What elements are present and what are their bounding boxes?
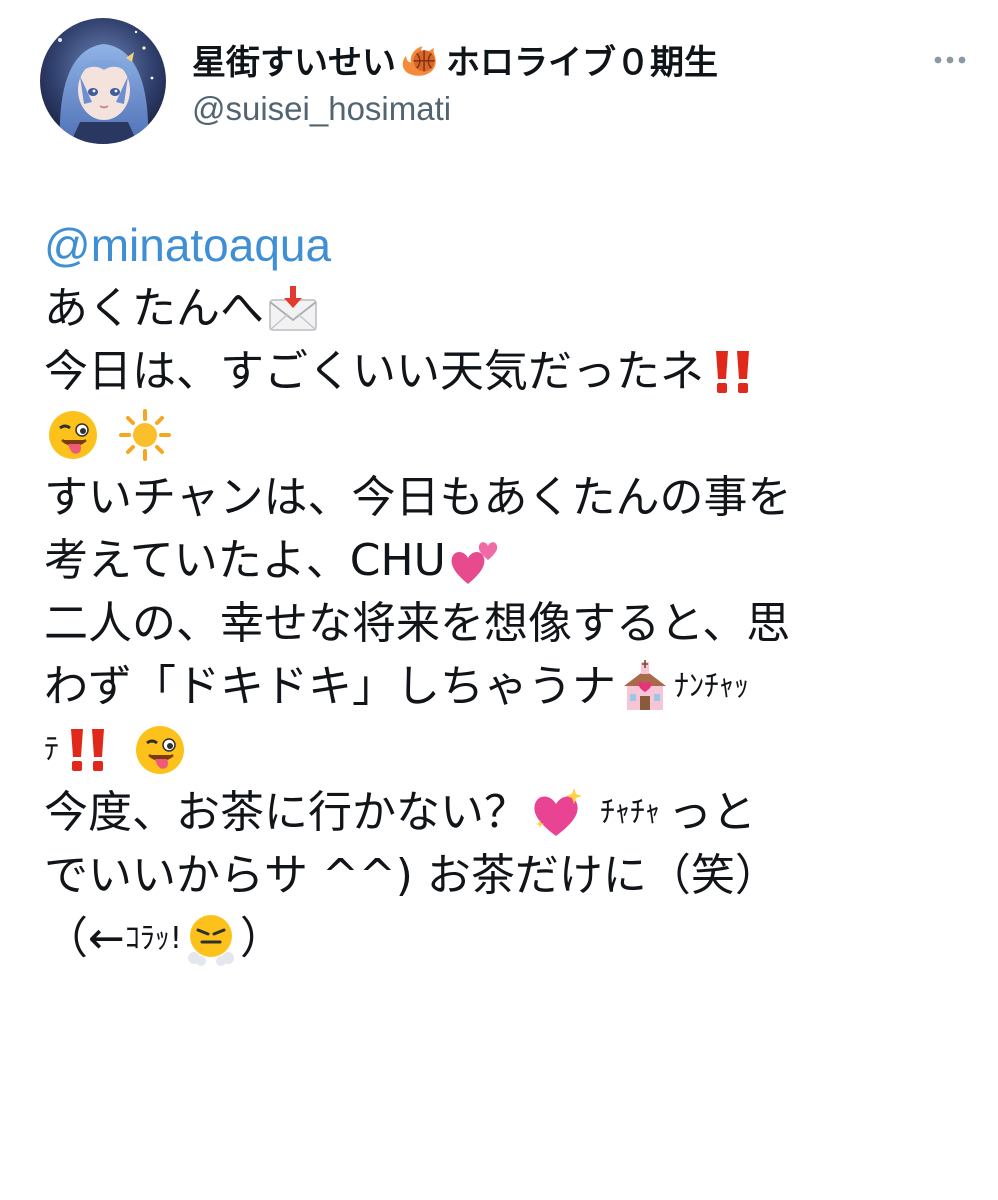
avatar-image xyxy=(40,18,166,144)
double-exclamation-icon xyxy=(61,723,115,777)
winking-tongue-face-icon xyxy=(46,408,100,462)
tweet-line-text: 二人の、幸せな将来を想像すると、思 xyxy=(44,598,791,649)
author-handle[interactable]: @suisei_hosimati xyxy=(192,87,892,131)
display-name-text: 星街すいせい xyxy=(192,43,396,83)
sparkling-heart-icon xyxy=(530,786,584,840)
more-horizontal-icon[interactable] xyxy=(930,48,970,72)
tweet-card[interactable]: 星街すいせい ホロライブ０期生 @suisei_hosimati @minato… xyxy=(0,0,998,1200)
face-with-steam-icon xyxy=(184,912,238,966)
tweet-line-text: あくたんへ xyxy=(44,283,264,334)
tweet-line-text: すいチャンは、今日もあくたんの事を xyxy=(44,472,792,523)
tweet-line: あくたんへ xyxy=(44,277,964,340)
tweet-text: @minatoaqua あくたんへ 今日は、すごくいい天気だったネ すいチャンは… xyxy=(44,214,964,970)
tweet-line: @minatoaqua xyxy=(44,214,964,277)
small-kana-text: ﾃ xyxy=(44,732,59,767)
small-kana-text: ﾁｬﾁｬ xyxy=(600,795,660,830)
tweet-line-text: 考えていたよ、CHU xyxy=(44,535,446,586)
tweet-line xyxy=(44,403,964,466)
mention-link[interactable]: @minatoaqua xyxy=(44,214,331,277)
tweet-line: でいいからサ ^^) お茶だけに（笑） xyxy=(44,844,964,907)
avatar[interactable] xyxy=(40,18,166,144)
tweet-line-text: （← xyxy=(44,913,125,964)
small-kana-text: ﾅﾝﾁｬｯ xyxy=(674,669,749,704)
tweet-line: 考えていたよ、CHU xyxy=(44,529,964,592)
winking-tongue-face-icon xyxy=(133,723,187,777)
tweet-line: （← ｺﾗｯ! ） xyxy=(44,907,964,970)
tweet-line-text: ） xyxy=(239,913,284,964)
tweet-line: すいチャンは、今日もあくたんの事を xyxy=(44,466,964,529)
tweet-line: わず「ドキドキ」しちゃうナ ﾅﾝﾁｬｯ xyxy=(44,655,964,718)
tweet-line-text: でいいからサ ^^) お茶だけに（笑） xyxy=(44,850,779,901)
tweet-header: 星街すいせい ホロライブ０期生 @suisei_hosimati xyxy=(40,18,970,148)
tweet-line-text: 今度、お茶に行かない？ xyxy=(44,787,528,838)
tweet-line: 二人の、幸せな将来を想像すると、思 xyxy=(44,592,964,655)
display-name-suffix: ホロライブ０期生 xyxy=(446,43,718,83)
wedding-chapel-icon xyxy=(618,659,672,714)
display-name[interactable]: 星街すいせい ホロライブ０期生 xyxy=(192,38,892,85)
tweet-line: ﾃ xyxy=(44,718,964,781)
tweet-line-text: っと xyxy=(668,787,756,838)
tweet-line-text: 今日は、すごくいい天気だったネ xyxy=(44,346,704,397)
sun-icon xyxy=(118,408,172,462)
small-kana-text: ｺﾗｯ! xyxy=(124,921,182,956)
tweet-line-text: わず「ドキドキ」しちゃうナ xyxy=(44,661,616,712)
double-exclamation-icon xyxy=(706,345,760,399)
envelope-with-arrow-icon xyxy=(266,282,320,336)
tweet-line: 今度、お茶に行かない？ ﾁｬﾁｬ っと xyxy=(44,781,964,844)
author-names: 星街すいせい ホロライブ０期生 @suisei_hosimati xyxy=(192,38,892,131)
two-hearts-icon xyxy=(448,534,502,588)
fire-basketball-icon xyxy=(398,38,442,82)
tweet-line: 今日は、すごくいい天気だったネ xyxy=(44,340,964,403)
